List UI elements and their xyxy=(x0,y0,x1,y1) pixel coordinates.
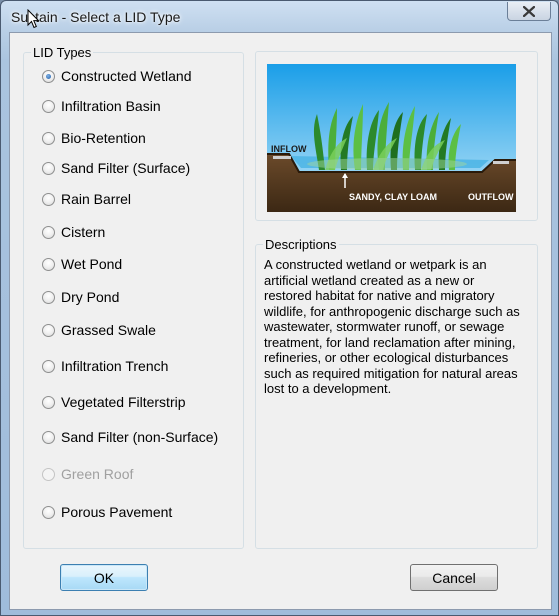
radio-button[interactable] xyxy=(42,505,55,519)
lid-type-option-label: Constructed Wetland xyxy=(61,68,192,84)
radio-button[interactable] xyxy=(42,99,55,113)
lid-type-option-label: Vegetated Filterstrip xyxy=(61,394,186,410)
description-line: wildlife, for anthropogenic discharge su… xyxy=(264,303,520,319)
radio-button[interactable] xyxy=(42,161,55,175)
radio-button[interactable] xyxy=(42,257,55,271)
ok-button[interactable]: OK xyxy=(60,564,148,591)
descriptions-label: Descriptions xyxy=(263,237,339,252)
lid-type-option-label: Grassed Swale xyxy=(61,322,156,338)
dialog-body: LID Types Constructed Wetland Infiltratio… xyxy=(9,32,552,610)
lid-type-option[interactable]: Sand Filter (Surface) xyxy=(42,159,190,177)
lid-types-group: LID Types Constructed Wetland Infiltratio… xyxy=(23,45,244,549)
radio-button[interactable] xyxy=(42,359,55,373)
lid-type-option-label: Infiltration Basin xyxy=(61,98,161,114)
lid-type-option[interactable]: Vegetated Filterstrip xyxy=(42,393,186,411)
lid-type-option[interactable]: Wet Pond xyxy=(42,255,122,273)
radio-button[interactable] xyxy=(42,69,55,83)
lid-type-option[interactable]: Sand Filter (non-Surface) xyxy=(42,428,218,446)
lid-type-option[interactable]: Constructed Wetland xyxy=(42,67,191,85)
soil-label: SANDY, CLAY LOAM xyxy=(349,192,437,202)
descriptions-group: Descriptions A constructed wetland or we… xyxy=(255,237,538,549)
radio-button[interactable] xyxy=(42,131,55,145)
radio-button[interactable] xyxy=(42,192,55,206)
description-line: refineries, or other ecological disturba… xyxy=(264,350,509,365)
lid-type-option[interactable]: Dry Pond xyxy=(42,288,119,306)
lid-type-option-label: Cistern xyxy=(61,224,106,240)
radio-button xyxy=(42,467,55,481)
description-line: such as required mitigation for natural … xyxy=(264,365,518,381)
lid-illustration-panel: INFLOW SANDY, CLAY LOAM OUTFLOW xyxy=(255,51,538,221)
lid-type-option[interactable]: Infiltration Trench xyxy=(42,357,168,375)
lid-type-option[interactable]: Rain Barrel xyxy=(42,190,131,208)
constructed-wetland-illustration: INFLOW SANDY, CLAY LOAM OUTFLOW xyxy=(267,64,516,212)
lid-type-option[interactable]: Cistern xyxy=(42,223,105,241)
radio-button[interactable] xyxy=(42,395,55,409)
lid-type-option[interactable]: Infiltration Basin xyxy=(42,97,161,115)
description-line: artificial wetland created as a new or xyxy=(264,272,475,288)
lid-type-option: Green Roof xyxy=(42,465,133,483)
lid-type-option-label: Porous Pavement xyxy=(61,504,173,520)
radio-button[interactable] xyxy=(42,430,55,444)
close-button[interactable] xyxy=(507,2,551,21)
lid-type-option-label: Bio-Retention xyxy=(61,130,146,146)
radio-button[interactable] xyxy=(42,225,55,239)
lid-type-option-label: Sand Filter (non-Surface) xyxy=(61,429,219,445)
dialog-window: Sustain - Select a LID Type LID Types Co… xyxy=(0,0,559,616)
outflow-label: OUTFLOW xyxy=(468,192,514,202)
lid-type-option[interactable]: Porous Pavement xyxy=(42,503,172,521)
cancel-button[interactable]: Cancel xyxy=(410,564,498,591)
radio-button[interactable] xyxy=(42,290,55,304)
description-text: A constructed wetland or wetpark is an ar… xyxy=(264,257,530,397)
radio-button[interactable] xyxy=(42,323,55,337)
lid-type-option-label: Dry Pond xyxy=(61,289,120,305)
lid-type-option[interactable]: Bio-Retention xyxy=(42,129,146,147)
lid-type-option-label: Wet Pond xyxy=(61,256,123,272)
lid-type-option-label: Infiltration Trench xyxy=(61,358,169,374)
lid-type-option-label: Rain Barrel xyxy=(61,191,132,207)
description-line: wastewater, stormwater runoff, or sewage xyxy=(264,319,505,334)
title-bar[interactable]: Sustain - Select a LID Type xyxy=(1,1,558,33)
lid-type-option[interactable]: Grassed Swale xyxy=(42,321,156,339)
lid-type-option-label: Sand Filter (Surface) xyxy=(61,160,191,176)
description-line: A constructed wetland or wetpark is an xyxy=(264,257,487,272)
description-line: treatment, for land reclamation after mi… xyxy=(264,334,516,350)
description-line: restored habitat for native and migrator… xyxy=(264,288,495,303)
close-icon xyxy=(523,5,535,17)
lid-type-option-label: Green Roof xyxy=(61,466,134,482)
inflow-label: INFLOW xyxy=(271,144,307,154)
mouse-pointer-icon xyxy=(27,9,40,29)
lid-types-label: LID Types xyxy=(31,45,94,60)
description-line: lost to a development. xyxy=(264,381,392,396)
